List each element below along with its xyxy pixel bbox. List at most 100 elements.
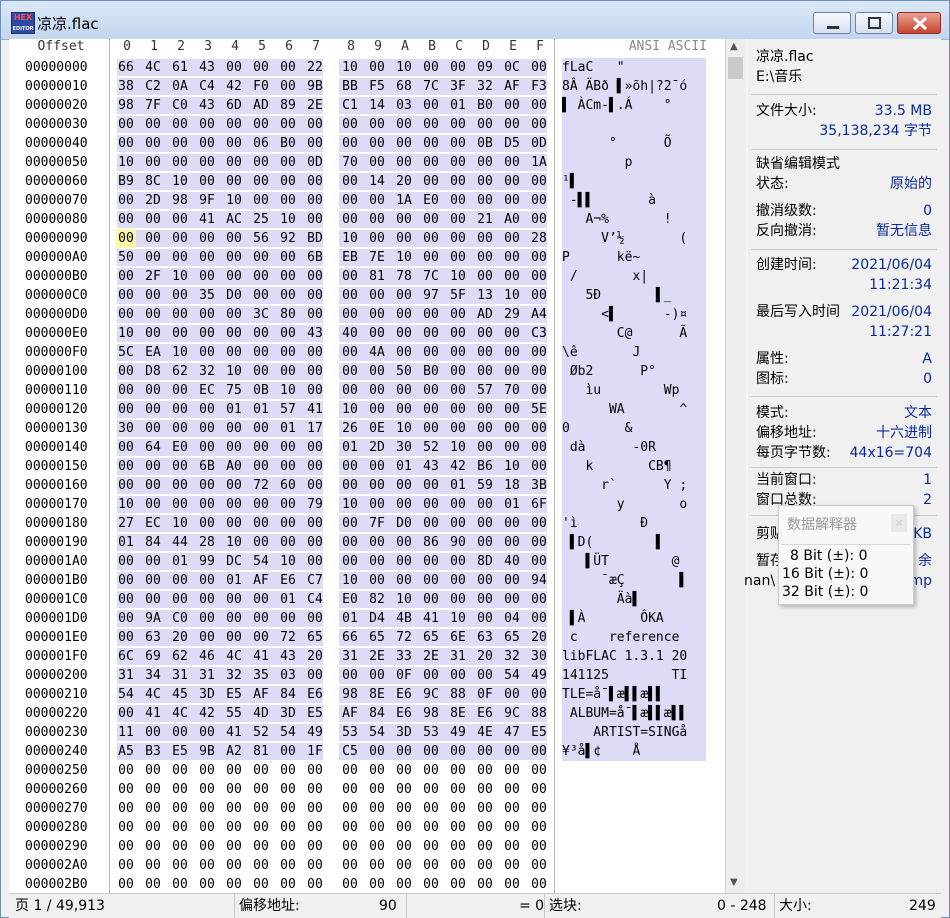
hex-byte[interactable]: 2F [143,267,163,286]
hex-byte[interactable]: 00 [197,438,217,457]
hex-byte[interactable]: 00 [448,58,468,77]
hex-byte[interactable]: 38 [116,77,136,96]
hex-byte[interactable]: 9C [421,685,441,704]
hex-byte[interactable]: 46 [197,647,217,666]
hex-byte[interactable]: 00 [529,115,549,134]
hex-byte[interactable]: 00 [340,856,360,875]
hex-row[interactable]: 000000A0 50 00 00 00 00 00 00 6B EB 7E 10 00 00 00 00 00… [9,248,739,267]
hex-byte[interactable]: 10 [448,267,468,286]
hex-byte[interactable]: 00 [116,229,136,248]
hex-byte[interactable]: 00 [394,153,414,172]
hex-byte[interactable]: 10 [170,172,190,191]
hex-byte[interactable]: 84 [143,533,163,552]
ascii-text[interactable]: P kë~ [562,248,706,267]
hex-byte[interactable]: 00 [448,799,468,818]
hex-byte[interactable]: 00 [278,248,298,267]
hex-byte[interactable]: C2 [143,77,163,96]
hex-byte[interactable]: AD [251,96,271,115]
hex-byte[interactable]: 00 [197,248,217,267]
hex-row[interactable]: 000001A0 00 00 01 99 DC 54 10 00 00 00 00 00 00 8D 40 00… [9,552,739,571]
hex-byte[interactable]: 3C [251,305,271,324]
ascii-text[interactable]: 0 & [562,419,706,438]
hex-byte[interactable]: 0F [394,666,414,685]
hex-byte[interactable]: E6 [475,704,495,723]
hex-byte[interactable]: 00 [394,134,414,153]
hex-byte[interactable]: 00 [224,818,244,837]
hex-byte[interactable]: 00 [224,514,244,533]
hex-byte[interactable]: 00 [340,134,360,153]
hex-byte[interactable]: 00 [197,875,217,894]
hex-byte[interactable]: 00 [251,609,271,628]
hex-byte[interactable]: 20 [475,647,495,666]
hex-byte[interactable]: 00 [394,495,414,514]
hex-byte[interactable]: 00 [278,438,298,457]
hex-byte[interactable]: 42 [197,704,217,723]
hex-byte[interactable]: 00 [197,324,217,343]
hex-byte[interactable]: 10 [170,267,190,286]
hex-byte[interactable]: 41 [251,647,271,666]
hex-byte[interactable]: 10 [340,58,360,77]
hex-byte[interactable]: 00 [224,419,244,438]
hex-byte[interactable]: 00 [367,286,387,305]
hex-row[interactable]: 000001B0 00 00 00 00 01 AF E6 C7 10 00 00 00 00 00 00 94… [9,571,739,590]
hex-byte[interactable]: 10 [340,400,360,419]
hex-byte[interactable]: 00 [143,856,163,875]
hex-byte[interactable]: 31 [197,666,217,685]
hex-byte[interactable]: 00 [475,571,495,590]
hex-byte[interactable]: 00 [251,495,271,514]
hex-row[interactable]: 00000020 98 7F C0 43 6D AD 89 2E C1 14 03 00 01 B0 00 00… [9,96,739,115]
hex-byte[interactable]: 00 [197,267,217,286]
hex-byte[interactable]: 00 [143,381,163,400]
hex-byte[interactable]: 00 [421,780,441,799]
hex-byte[interactable]: BD [305,229,325,248]
hex-byte[interactable]: 82 [367,590,387,609]
hex-byte[interactable]: 00 [278,343,298,362]
hex-byte[interactable]: 31 [448,647,468,666]
hex-byte[interactable]: 00 [394,400,414,419]
hex-byte[interactable]: 00 [502,362,522,381]
hex-byte[interactable]: 65 [367,628,387,647]
hex-byte[interactable]: 00 [143,248,163,267]
hex-byte[interactable]: 00 [340,172,360,191]
ascii-text[interactable]: Äà▌ [562,590,706,609]
hex-byte[interactable]: 10 [224,533,244,552]
hex-byte[interactable]: 00 [340,476,360,495]
hex-byte[interactable]: 10 [502,457,522,476]
hex-byte[interactable]: 01 [448,96,468,115]
scroll-thumb[interactable] [728,57,743,79]
hex-byte[interactable]: 00 [367,856,387,875]
ascii-text[interactable]: V’½ ( [562,229,706,248]
hex-byte[interactable]: 6C [116,647,136,666]
hex-byte[interactable]: 00 [224,115,244,134]
hex-byte[interactable]: 00 [170,248,190,267]
hex-byte[interactable]: 00 [224,58,244,77]
hex-byte[interactable]: 50 [394,362,414,381]
hex-byte[interactable]: 00 [340,362,360,381]
hex-byte[interactable]: 00 [116,875,136,894]
hex-byte[interactable]: 30 [116,419,136,438]
hex-byte[interactable]: 00 [197,780,217,799]
hex-byte[interactable]: 00 [305,609,325,628]
hex-byte[interactable]: 00 [251,438,271,457]
hex-byte[interactable]: 00 [475,742,495,761]
hex-row[interactable]: 00000070 00 2D 98 9F 10 00 00 00 00 00 1A E0 00 00 00 00… [9,191,739,210]
ascii-text[interactable]: / x| [562,267,706,286]
hex-byte[interactable]: E0 [170,438,190,457]
hex-byte[interactable]: C0 [170,96,190,115]
hex-byte[interactable]: 3D [278,704,298,723]
hex-byte[interactable]: 41 [421,609,441,628]
hex-byte[interactable]: 01 [224,571,244,590]
hex-byte[interactable]: 42 [448,457,468,476]
hex-byte[interactable]: 00 [394,780,414,799]
hex-byte[interactable]: 01 [116,533,136,552]
hex-byte[interactable]: 00 [116,134,136,153]
hex-byte[interactable]: 00 [278,457,298,476]
hex-byte[interactable]: 00 [170,305,190,324]
hex-byte[interactable]: 00 [394,533,414,552]
hex-byte[interactable]: 00 [340,875,360,894]
hex-byte[interactable]: 00 [170,723,190,742]
hex-byte[interactable]: 00 [502,571,522,590]
hex-byte[interactable]: 01 [394,457,414,476]
hex-byte[interactable]: 00 [340,780,360,799]
ascii-text[interactable]: 8Â ÄBð ▌»õh|?2¯ó [562,77,706,96]
